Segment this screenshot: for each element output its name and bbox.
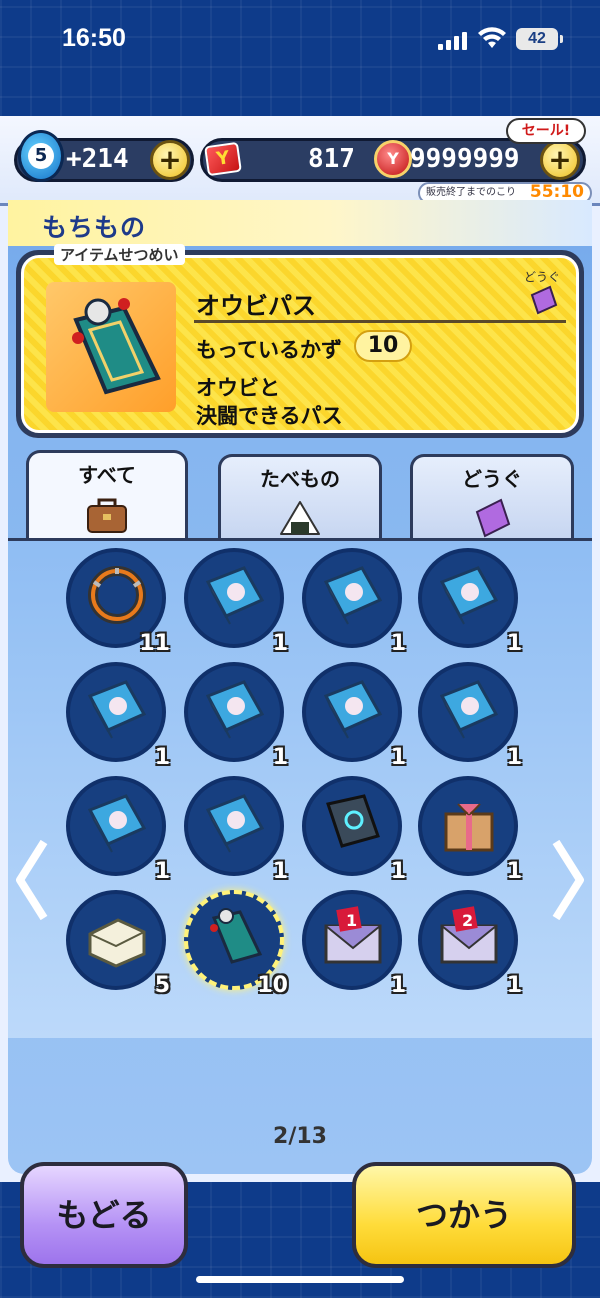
obi-pass-icon [72,298,161,395]
signal-icon [438,30,470,50]
status-bar: 16:50 42 [0,0,600,80]
bag-icon [87,498,127,533]
item-count: 1 [272,631,288,656]
item-count: 1 [272,859,288,884]
sale-badge[interactable]: セール! [506,118,586,144]
home-indicator[interactable] [196,1276,404,1283]
item-slot[interactable]: 1 [302,662,406,770]
onigiri-icon [280,501,320,535]
item-count: 1 [506,973,522,998]
resource-bar: 5 +214 + Y 817 Y 9999999 + セール! 販売終了までのこ… [0,116,600,206]
add-coins-button[interactable]: + [540,140,580,180]
item-slot[interactable]: 1 [418,548,522,656]
wifi-icon [478,27,506,48]
book-icon [436,562,502,628]
tab-food[interactable]: たべもの [218,454,382,538]
y-coin-icon: Y [374,140,412,178]
book-icon [202,676,268,742]
item-slot[interactable]: 11 [302,890,406,998]
item-slot[interactable]: 5 [66,890,170,998]
ticket-icon [475,498,511,538]
item-slot[interactable]: 1 [302,776,406,884]
ticket-count: 817 [308,144,355,174]
item-slot[interactable]: 1 [418,662,522,770]
name-divider [194,320,566,323]
item-slot[interactable]: 1 [418,776,522,884]
svg-text:2: 2 [462,911,473,930]
prev-page-arrow[interactable] [14,840,48,920]
item-count: 5 [154,973,170,998]
tab-all[interactable]: すべて [26,450,188,540]
item-slot[interactable]: 10 [184,890,288,998]
clock: 16:50 [62,24,126,52]
svg-text:1: 1 [346,911,357,930]
dark-book-icon [320,790,386,856]
envelope-2-icon: 2 [436,904,502,970]
item-slot[interactable]: 1 [302,548,406,656]
battery-icon: 42 [516,28,563,50]
item-slot[interactable]: 1 [184,776,288,884]
book-icon [436,676,502,742]
item-count: 1 [390,631,406,656]
stamina-icon: 5 [18,130,64,182]
count-value: 10 [354,330,412,362]
stamina-bonus: +214 [66,144,129,174]
item-description-panel: アイテムせつめい オウビパス どうぐ もっているかず 10 オウビと 決闘できる… [16,244,584,438]
item-slot[interactable]: 21 [418,890,522,998]
envelope-1-icon: 1 [320,904,386,970]
item-count: 11 [139,631,170,656]
item-count: 10 [257,973,288,998]
item-slot[interactable]: 1 [184,548,288,656]
next-page-arrow[interactable] [552,840,586,920]
item-count: 1 [506,745,522,770]
item-thumbnail [46,282,176,412]
coin-count: 9999999 [410,144,520,174]
spiked-collar-icon [84,562,150,628]
gift-box-icon [436,790,502,856]
item-slot[interactable]: 1 [66,662,170,770]
book-icon [84,676,150,742]
back-button[interactable]: もどる [20,1162,188,1268]
count-label: もっているかず [196,338,342,362]
item-slot[interactable]: 1 [66,776,170,884]
page-indicator: 2/13 [273,1124,327,1149]
item-count: 1 [506,859,522,884]
tab-tools[interactable]: どうぐ [410,454,574,538]
use-button[interactable]: つかう [352,1162,576,1268]
y-ticket-icon: Y [204,141,242,177]
category-tabs: すべて たべもの どうぐ [20,450,580,540]
item-description: オウビと 決闘できるパス [196,376,343,428]
obi-pass-icon [202,904,268,970]
item-category: どうぐ [524,268,560,315]
tofu-icon [84,904,150,970]
item-count: 1 [272,745,288,770]
book-icon [84,790,150,856]
book-icon [320,676,386,742]
item-count: 1 [506,631,522,656]
item-slot[interactable]: 11 [66,548,170,656]
section-header: もちもの [8,200,592,246]
book-icon [202,562,268,628]
add-stamina-button[interactable]: + [150,140,190,180]
item-count: 1 [390,859,406,884]
game-screen: 5 +214 + Y 817 Y 9999999 + セール! 販売終了までのこ… [0,116,600,1268]
book-icon [202,790,268,856]
item-name: オウビパス [196,292,316,320]
description-tab-label: アイテムせつめい [54,244,185,265]
item-count: 1 [390,973,406,998]
item-count: 1 [390,745,406,770]
item-count: 1 [154,745,170,770]
book-icon [320,562,386,628]
item-slot[interactable]: 1 [184,662,288,770]
page-title: もちもの [42,213,147,242]
item-count: 1 [154,859,170,884]
ticket-icon [530,285,558,315]
